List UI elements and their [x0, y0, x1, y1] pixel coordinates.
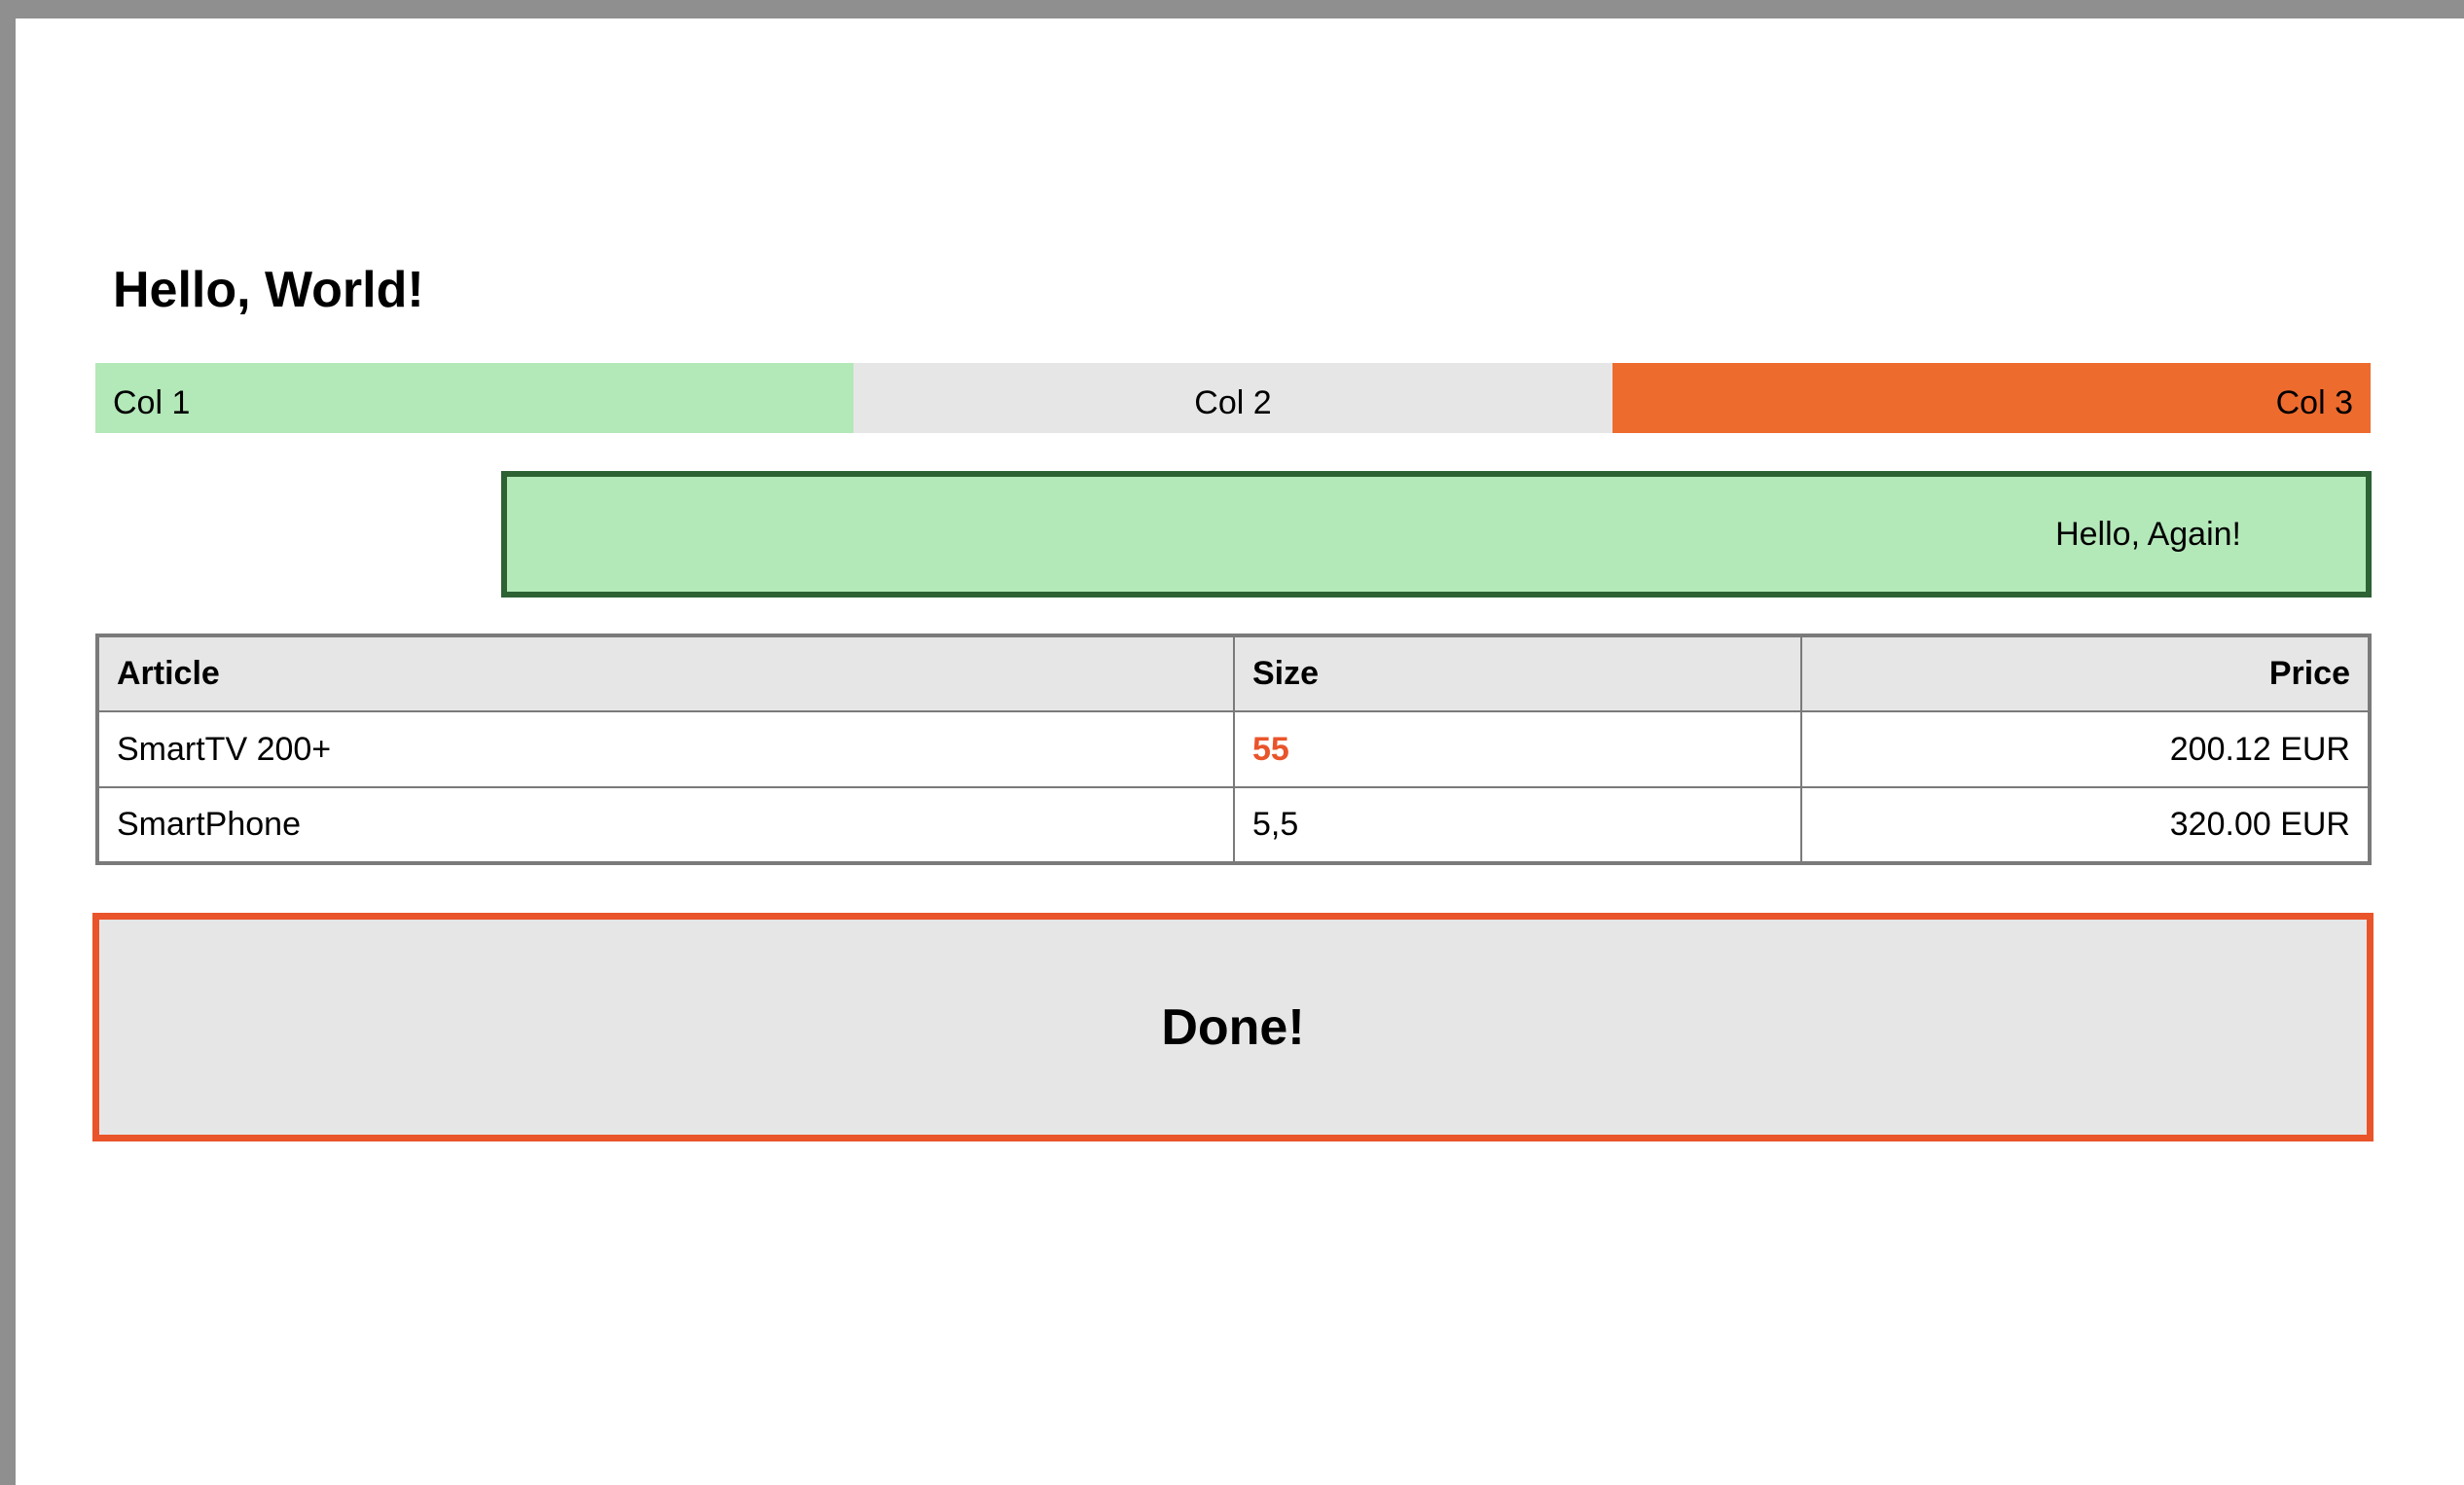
cell-article: SmartPhone	[96, 786, 1235, 864]
done-box: Done!	[92, 913, 2373, 1141]
cell-size: 5,5	[1232, 786, 1802, 864]
cell-article: SmartTV 200+	[96, 710, 1235, 788]
page-title: Hello, World!	[113, 262, 424, 318]
document-page: Hello, World! Col 1 Col 2 Col 3 Hello, A…	[16, 18, 2464, 1485]
column-3: Col 3	[1612, 363, 2371, 433]
header-size: Size	[1232, 634, 1802, 712]
table-row: SmartTV 200+ 55 200.12 EUR	[96, 710, 2372, 788]
header-price: Price	[1799, 634, 2372, 712]
column-2: Col 2	[853, 363, 1612, 433]
cell-size-highlighted: 55	[1232, 710, 1802, 788]
cell-price: 320.00 EUR	[1799, 786, 2372, 864]
column-bar: Col 1 Col 2 Col 3	[95, 363, 2371, 433]
hello-again-banner: Hello, Again!	[501, 471, 2372, 598]
header-article: Article	[96, 634, 1235, 712]
column-1: Col 1	[95, 363, 854, 433]
table-row: SmartPhone 5,5 320.00 EUR	[96, 786, 2372, 864]
table-header-row: Article Size Price	[96, 634, 2372, 712]
cell-price: 200.12 EUR	[1799, 710, 2372, 788]
article-table: Article Size Price SmartTV 200+ 55 200.1…	[95, 634, 2372, 865]
